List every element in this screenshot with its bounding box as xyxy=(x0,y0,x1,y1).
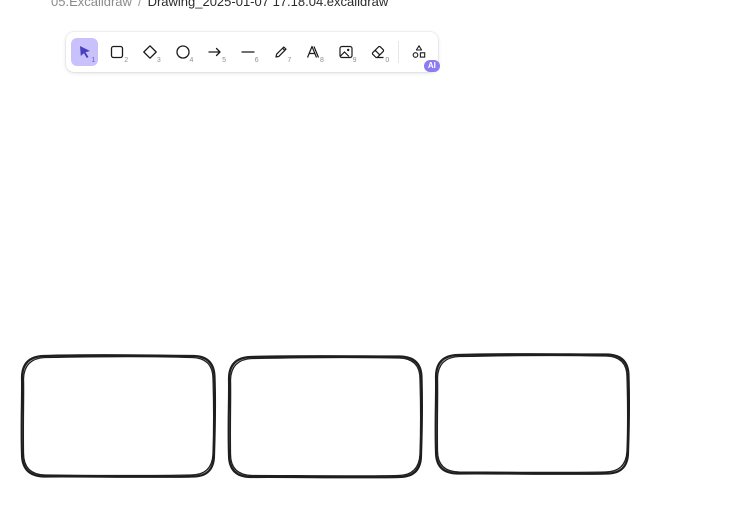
arrow-icon xyxy=(208,47,221,57)
tool-ellipse[interactable]: 4 xyxy=(169,38,196,66)
pointer-icon xyxy=(79,46,90,58)
tool-diamond[interactable]: 3 xyxy=(136,38,163,66)
tool-key: 4 xyxy=(189,57,194,64)
tool-arrow[interactable]: 5 xyxy=(202,38,229,66)
breadcrumb-separator: / xyxy=(137,0,142,9)
shapes-library-icon xyxy=(412,45,426,58)
tool-more-shapes[interactable]: AI xyxy=(405,38,440,72)
tool-key: 6 xyxy=(254,57,259,64)
rectangle-shape-1[interactable] xyxy=(20,354,217,478)
tool-key: 1 xyxy=(91,57,96,64)
tool-key: 2 xyxy=(124,57,129,64)
tool-key: 7 xyxy=(287,57,292,64)
pencil-icon xyxy=(274,46,287,58)
tool-selection[interactable]: 1 xyxy=(71,38,99,66)
rectangle-icon xyxy=(111,45,124,59)
image-icon xyxy=(339,45,353,59)
rectangle-shape-2[interactable] xyxy=(227,355,424,479)
line-icon xyxy=(241,51,255,53)
breadcrumb-folder[interactable]: 05.Excalidraw xyxy=(51,0,132,9)
toolbar-divider xyxy=(398,41,400,63)
tool-key: 5 xyxy=(222,57,227,64)
breadcrumb: 05.Excalidraw / Drawing_2025-01-07 17.18… xyxy=(51,0,388,9)
tool-text[interactable]: 8 xyxy=(299,38,326,66)
tool-image[interactable]: 9 xyxy=(332,38,359,66)
tool-rectangle[interactable]: 2 xyxy=(104,38,131,66)
text-icon xyxy=(307,45,320,58)
rectangle-shape-3[interactable] xyxy=(434,353,631,475)
canvas-drawing-layer xyxy=(20,353,631,479)
breadcrumb-file[interactable]: Drawing_2025-01-07 17.18.04.excalidraw xyxy=(148,0,389,9)
ai-badge: AI xyxy=(423,60,440,72)
diamond-icon xyxy=(143,45,157,59)
excalidraw-canvas[interactable]: 05.Excalidraw / Drawing_2025-01-07 17.18… xyxy=(0,0,730,514)
shape-toolbar: 1 2 3 4 5 6 7 8 9 0 AI xyxy=(66,32,440,72)
ellipse-icon xyxy=(175,45,190,59)
tool-eraser[interactable]: 0 xyxy=(365,38,392,66)
tool-draw[interactable]: 7 xyxy=(267,38,294,66)
tool-key: 0 xyxy=(385,57,390,64)
tool-key: 9 xyxy=(352,57,357,64)
eraser-icon xyxy=(372,45,385,59)
tool-key: 3 xyxy=(156,57,161,64)
tool-line[interactable]: 6 xyxy=(234,38,261,66)
tool-key: 8 xyxy=(320,57,324,64)
